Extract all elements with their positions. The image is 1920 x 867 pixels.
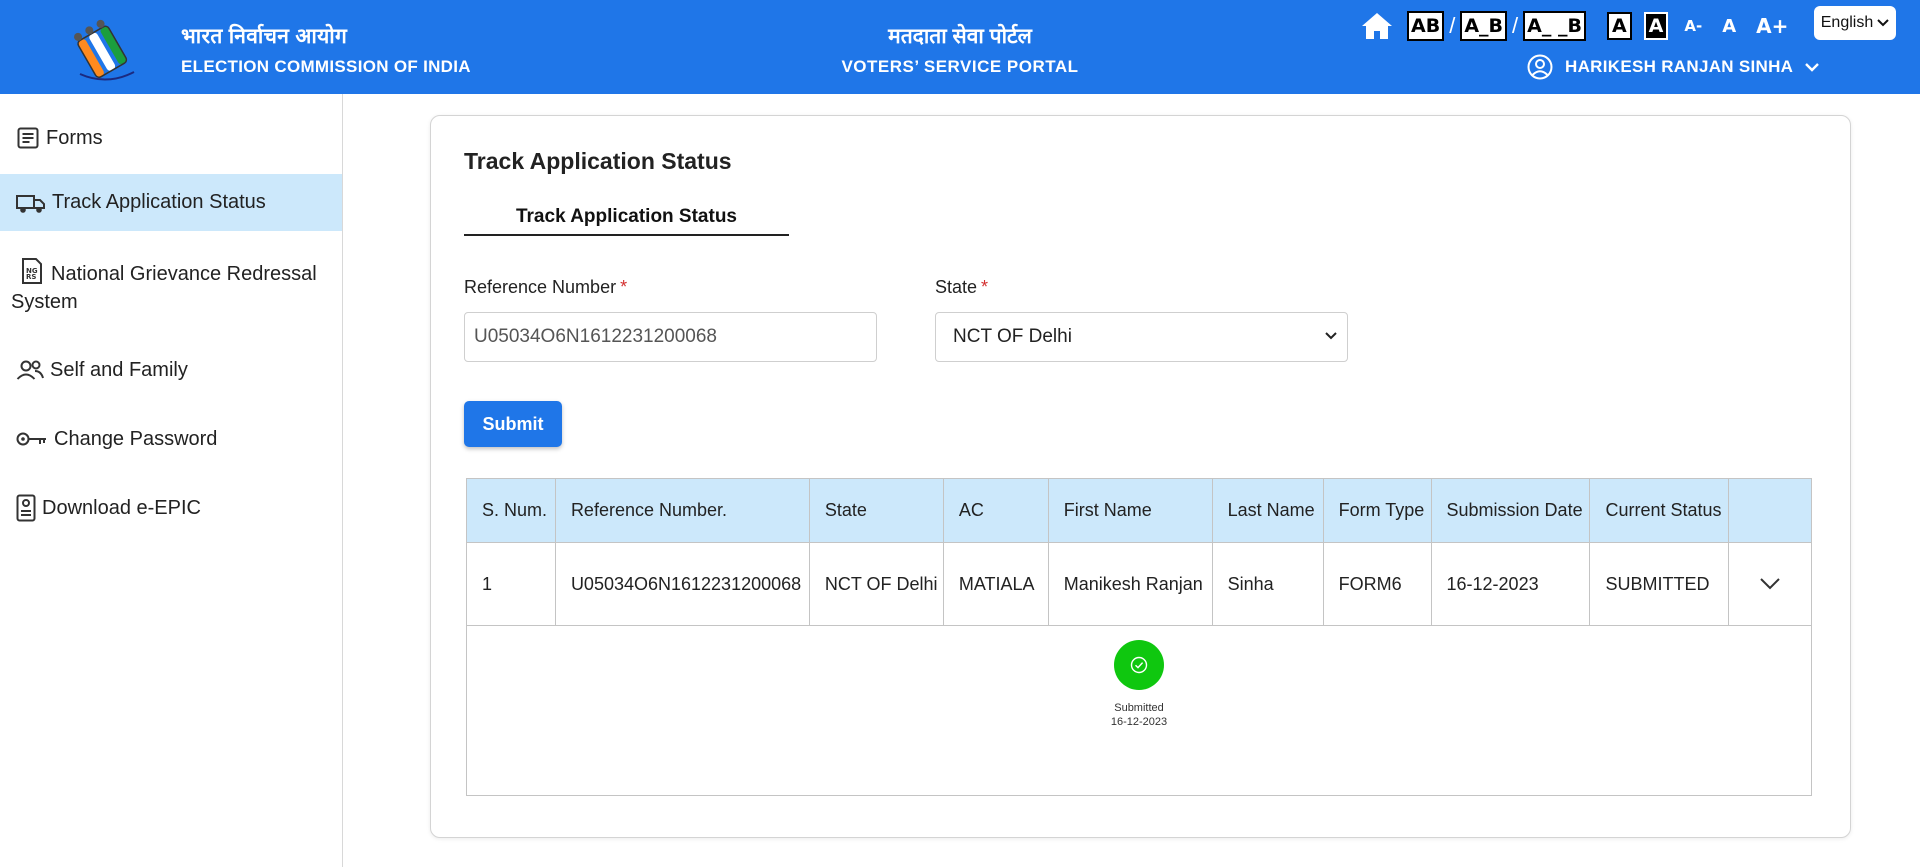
track-status-card: Track Application Status Track Applicati… [430,115,1851,838]
column-header: Current Status [1589,478,1730,543]
submit-button[interactable]: Submit [464,401,562,447]
state-label: State * [935,277,989,297]
font-increase-button[interactable]: A+ [1756,14,1788,38]
reference-number-input[interactable]: U05034O6N1612231200068 [464,312,877,362]
chevron-down-icon [1877,19,1889,27]
status-timeline: Submitted 16-12-2023 [467,640,1811,728]
table-header-row: S. Num. Reference Number. State AC First… [466,478,1812,543]
column-header: AC [942,478,1049,543]
required-marker: * [981,277,989,297]
user-avatar-icon [1527,54,1553,80]
table-cell: Sinha [1211,542,1324,626]
column-header: Last Name [1211,478,1324,543]
timeline-step-marker [1114,640,1164,690]
org-name-english: ELECTION COMMISSION OF INDIA [181,57,471,76]
chevron-down-icon [1760,577,1780,589]
sidebar: Forms Track Application Status NG RS Nat… [0,94,343,867]
column-header: Submission Date [1430,478,1591,543]
sidebar-item-label: Track Application Status [52,191,266,213]
table-detail-row: Submitted 16-12-2023 [466,625,1812,796]
home-icon[interactable] [1360,9,1394,43]
eci-logo[interactable] [72,14,142,84]
portal-name-english: VOTERS’ SERVICE PORTAL [841,57,1079,76]
sidebar-item-label: Self and Family [50,358,188,381]
font-normal-button[interactable]: A [1722,16,1736,37]
text-spacing-normal-button[interactable]: AB [1407,11,1445,41]
user-name: HARIKESH RANJAN SINHA [1565,57,1794,76]
check-circle-icon [1130,656,1148,674]
table-row: 1 U05034O6N1612231200068 NCT OF Delhi MA… [466,542,1812,626]
sidebar-item-label: Forms [46,126,103,149]
column-header: S. Num. [466,478,556,543]
text-spacing-medium-button[interactable]: A_B [1460,11,1507,41]
sidebar-item-download-e-epic[interactable]: Download e-EPIC [0,488,342,528]
sidebar-item-forms[interactable]: Forms [0,118,342,158]
brand-title: भारत निर्वाचन आयोग ELECTION COMMISSION O… [181,22,471,77]
contrast-high-button[interactable]: A [1643,12,1669,40]
table-cell: U05034O6N1612231200068 [554,542,810,626]
expand-row-button[interactable] [1728,542,1812,626]
accessibility-toolbar: AB / A_B / A_ _B A A A- A A+ [1360,8,1798,44]
state-select[interactable]: NCT OF Delhi [935,312,1348,362]
chevron-down-icon [1325,332,1337,340]
column-header: Reference Number. [554,478,810,543]
text-spacing-wide-button[interactable]: A_ _B [1523,11,1586,41]
language-label: English [1820,14,1874,31]
sidebar-item-track-application-status[interactable]: Track Application Status [0,174,342,231]
timeline-step-date: 16-12-2023 [1110,716,1168,728]
table-cell: FORM6 [1322,542,1432,626]
sidebar-item-label: National Grievance Redressal System [11,263,317,313]
sidebar-item-change-password[interactable]: Change Password [0,419,342,459]
top-header: भारत निर्वाचन आयोग ELECTION COMMISSION O… [0,0,1920,94]
status-timeline-cell: Submitted 16-12-2023 [466,625,1812,796]
id-card-icon [16,494,36,522]
application-status-table: S. Num. Reference Number. State AC First… [466,478,1812,796]
portal-name-hindi: मतदाता सेवा पोर्टल [888,25,1032,48]
org-name-hindi: भारत निर्वाचन आयोग [181,25,348,48]
table-cell: SUBMITTED [1589,542,1730,626]
user-menu[interactable]: HARIKESH RANJAN SINHA [1527,54,1820,80]
column-header: First Name [1047,478,1213,543]
timeline-step-label: Submitted [1114,702,1164,714]
sidebar-item-self-and-family[interactable]: Self and Family [0,350,342,390]
column-header: Form Type [1322,478,1432,543]
key-icon [16,432,46,446]
column-header: State [808,478,944,543]
reference-number-label: Reference Number * [464,277,628,297]
chevron-down-icon [1805,62,1820,72]
table-cell: Manikesh Ranjan [1047,542,1213,626]
table-cell: MATIALA [942,542,1049,626]
truck-icon [16,194,45,213]
sidebar-item-label: Download e-EPIC [42,496,201,519]
forms-icon [17,127,39,149]
grievance-document-icon: NG RS [22,258,42,284]
sidebar-item-national-grievance-redressal-system[interactable]: NG RS National Grievance Redressal Syste… [0,258,342,316]
users-icon [16,360,44,380]
page-title: Track Application Status [464,148,732,174]
tab-track-application-status[interactable]: Track Application Status [464,202,789,236]
column-header [1728,478,1812,543]
font-decrease-button[interactable]: A- [1684,17,1702,35]
svg-text:RS: RS [26,273,36,281]
required-marker: * [620,277,628,297]
contrast-normal-button[interactable]: A [1606,12,1632,40]
language-select[interactable]: English [1814,6,1896,40]
sidebar-item-label: Change Password [54,427,218,450]
table-cell: 1 [466,542,556,626]
state-selected-value: NCT OF Delhi [953,326,1072,347]
table-cell: 16-12-2023 [1430,542,1591,626]
table-cell: NCT OF Delhi [808,542,944,626]
